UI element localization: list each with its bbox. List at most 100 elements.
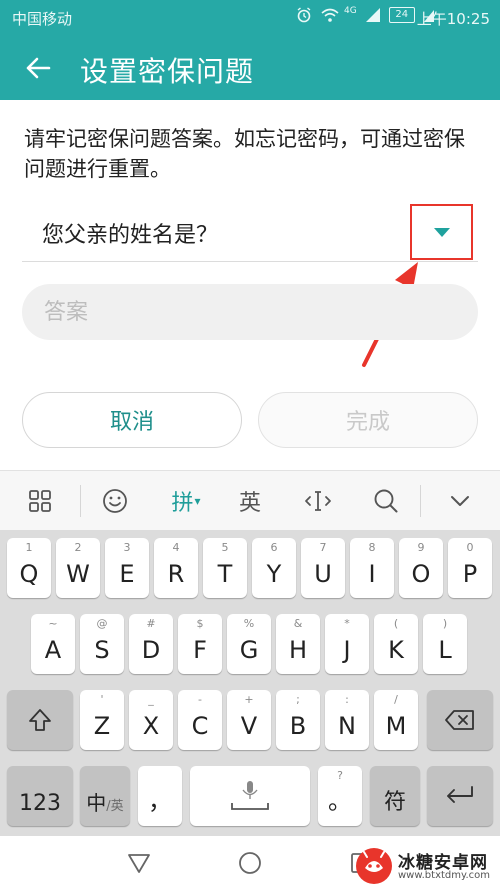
key-w[interactable]: 2W xyxy=(56,538,100,598)
key-label: Y xyxy=(266,560,282,588)
collapse-keyboard-button[interactable] xyxy=(438,471,482,531)
answer-input[interactable] xyxy=(22,284,478,340)
question-text: 您父亲的姓名是？ xyxy=(42,223,219,248)
circle-home-icon xyxy=(239,852,261,874)
key-label: ， xyxy=(148,787,172,815)
key-j[interactable]: * J xyxy=(325,614,369,674)
pinyin-button[interactable]: 拼 ▾ xyxy=(160,471,212,531)
key-hint: & xyxy=(293,617,303,630)
key-hint: 2 xyxy=(74,541,82,554)
key-hint: $ xyxy=(196,617,204,630)
key-h[interactable]: & H xyxy=(276,614,320,674)
key-i[interactable]: 8I xyxy=(350,538,394,598)
key-label: K xyxy=(388,636,404,664)
key-hint: ~ xyxy=(48,617,58,630)
key-z[interactable]: ' Z xyxy=(80,690,124,750)
search-button[interactable] xyxy=(364,471,408,531)
language-switch-key[interactable]: 中/英 xyxy=(80,766,130,826)
emoji-icon xyxy=(103,489,127,513)
lang-zh-label: 中 xyxy=(86,791,107,815)
key-k[interactable]: (K xyxy=(374,614,418,674)
key-hint: ' xyxy=(100,693,104,706)
key-l[interactable]: ) L xyxy=(423,614,467,674)
key-e[interactable]: 3E xyxy=(105,538,149,598)
comma-key[interactable]: ， xyxy=(138,766,182,826)
period-key[interactable]: ?。 xyxy=(318,766,362,826)
key-hint: * xyxy=(344,617,350,630)
key-v[interactable]: + V xyxy=(227,690,271,750)
status-icons: 4G 24 xyxy=(296,6,435,23)
search-icon xyxy=(374,489,398,513)
key-label: 符 xyxy=(383,790,406,815)
key-label: I xyxy=(368,560,376,588)
microphone-icon xyxy=(231,781,269,810)
enter-icon xyxy=(447,786,473,803)
nav-back-button[interactable] xyxy=(124,848,154,878)
english-button[interactable]: 英 xyxy=(228,471,272,531)
page-title: 设置密保问题 xyxy=(80,55,255,88)
pinyin-label: 拼 xyxy=(171,491,194,516)
cancel-button[interactable]: 取消 xyxy=(22,392,242,448)
key-hint: 7 xyxy=(319,541,327,554)
key-a[interactable]: ~ A xyxy=(31,614,75,674)
key-hint: 0 xyxy=(466,541,474,554)
emoji-button[interactable] xyxy=(93,471,137,531)
done-button[interactable]: 完成 xyxy=(258,392,478,448)
key-label: O xyxy=(411,560,431,588)
key-f[interactable]: $ F xyxy=(178,614,222,674)
key-label: M xyxy=(385,712,407,740)
candy-logo-icon xyxy=(356,848,392,884)
key-hint: - xyxy=(198,693,202,706)
backspace-key[interactable] xyxy=(427,690,493,750)
nav-home-button[interactable] xyxy=(235,848,265,878)
cursor-move-icon xyxy=(305,491,331,511)
key-label: P xyxy=(462,560,478,588)
key-label: J xyxy=(343,636,351,664)
toolbar-divider xyxy=(420,485,421,517)
shift-icon xyxy=(29,709,51,731)
back-button[interactable] xyxy=(18,48,58,88)
key-o[interactable]: 9O xyxy=(399,538,443,598)
lang-en-label: /英 xyxy=(106,799,124,814)
space-key[interactable] xyxy=(190,766,310,826)
arrow-left-icon xyxy=(26,57,51,79)
grid-button[interactable] xyxy=(18,471,62,531)
numbers-key[interactable]: 123 xyxy=(7,766,73,826)
keyboard: 1Q 2W 3E 4R 5T 6Y 7U 8I 9O 0P ~ A @ S # D $… xyxy=(0,530,500,836)
key-label: F xyxy=(193,636,207,664)
key-label: U xyxy=(314,560,332,588)
signal-icon xyxy=(365,8,380,22)
key-n[interactable]: :N xyxy=(325,690,369,750)
key-label: A xyxy=(44,636,62,664)
key-hint: 6 xyxy=(270,541,278,554)
key-d[interactable]: # D xyxy=(129,614,173,674)
key-b[interactable]: ; B xyxy=(276,690,320,750)
key-r[interactable]: 4R xyxy=(154,538,198,598)
key-c[interactable]: -C xyxy=(178,690,222,750)
key-s[interactable]: @ S xyxy=(80,614,124,674)
caret-down-icon: ▾ xyxy=(194,494,201,508)
enter-key[interactable] xyxy=(427,766,493,826)
key-hint: 3 xyxy=(123,541,131,554)
question-selector[interactable]: 您父亲的姓名是？ xyxy=(22,200,478,262)
question-dropdown-button[interactable] xyxy=(410,204,473,260)
key-label: E xyxy=(119,560,135,588)
symbols-key[interactable]: 符 xyxy=(370,766,420,826)
key-m[interactable]: / M xyxy=(374,690,418,750)
english-label: 英 xyxy=(238,491,261,516)
key-t[interactable]: 5T xyxy=(203,538,247,598)
key-p[interactable]: 0P xyxy=(448,538,492,598)
key-y[interactable]: 6Y xyxy=(252,538,296,598)
key-label: N xyxy=(338,712,356,740)
cursor-button[interactable] xyxy=(296,471,340,531)
key-g[interactable]: % G xyxy=(227,614,271,674)
key-hint: 8 xyxy=(368,541,376,554)
key-label: 中/英 xyxy=(80,787,130,816)
shift-key[interactable] xyxy=(7,690,73,750)
key-u[interactable]: 7U xyxy=(301,538,345,598)
status-bar: 中国移动 4G 24 上午10:25 xyxy=(0,0,500,36)
key-label: 。 xyxy=(328,787,352,815)
key-q[interactable]: 1Q xyxy=(7,538,51,598)
key-hint: _ xyxy=(148,693,154,706)
key-x[interactable]: _ X xyxy=(129,690,173,750)
